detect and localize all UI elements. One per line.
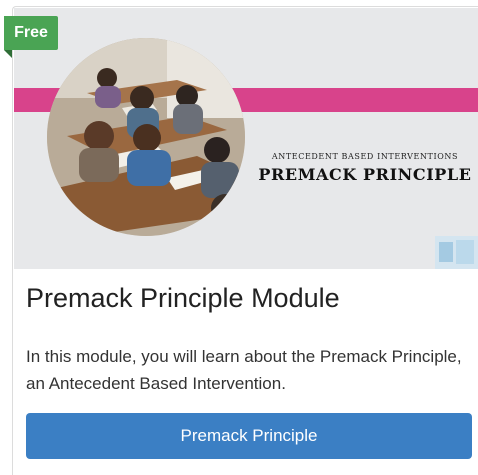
free-badge-label: Free [4, 16, 58, 50]
free-badge: Free [4, 16, 58, 50]
premack-principle-button[interactable]: Premack Principle [26, 413, 472, 459]
module-description: In this module, you will learn about the… [26, 347, 462, 393]
hero-kicker: ANTECEDENT BASED INTERVENTIONS [271, 152, 459, 161]
module-thumbnail[interactable]: ANTECEDENT BASED INTERVENTIONS PREMACK P… [14, 8, 478, 269]
free-badge-fold [4, 50, 12, 58]
classroom-photo [47, 38, 245, 236]
module-card: ANTECEDENT BASED INTERVENTIONS PREMACK P… [12, 6, 478, 475]
hero-caption: ANTECEDENT BASED INTERVENTIONS PREMACK P… [252, 152, 478, 184]
hero-title: PREMACK PRINCIPLE [258, 165, 472, 184]
module-title: Premack Principle Module [26, 283, 340, 313]
brand-logo-icon [435, 234, 478, 269]
